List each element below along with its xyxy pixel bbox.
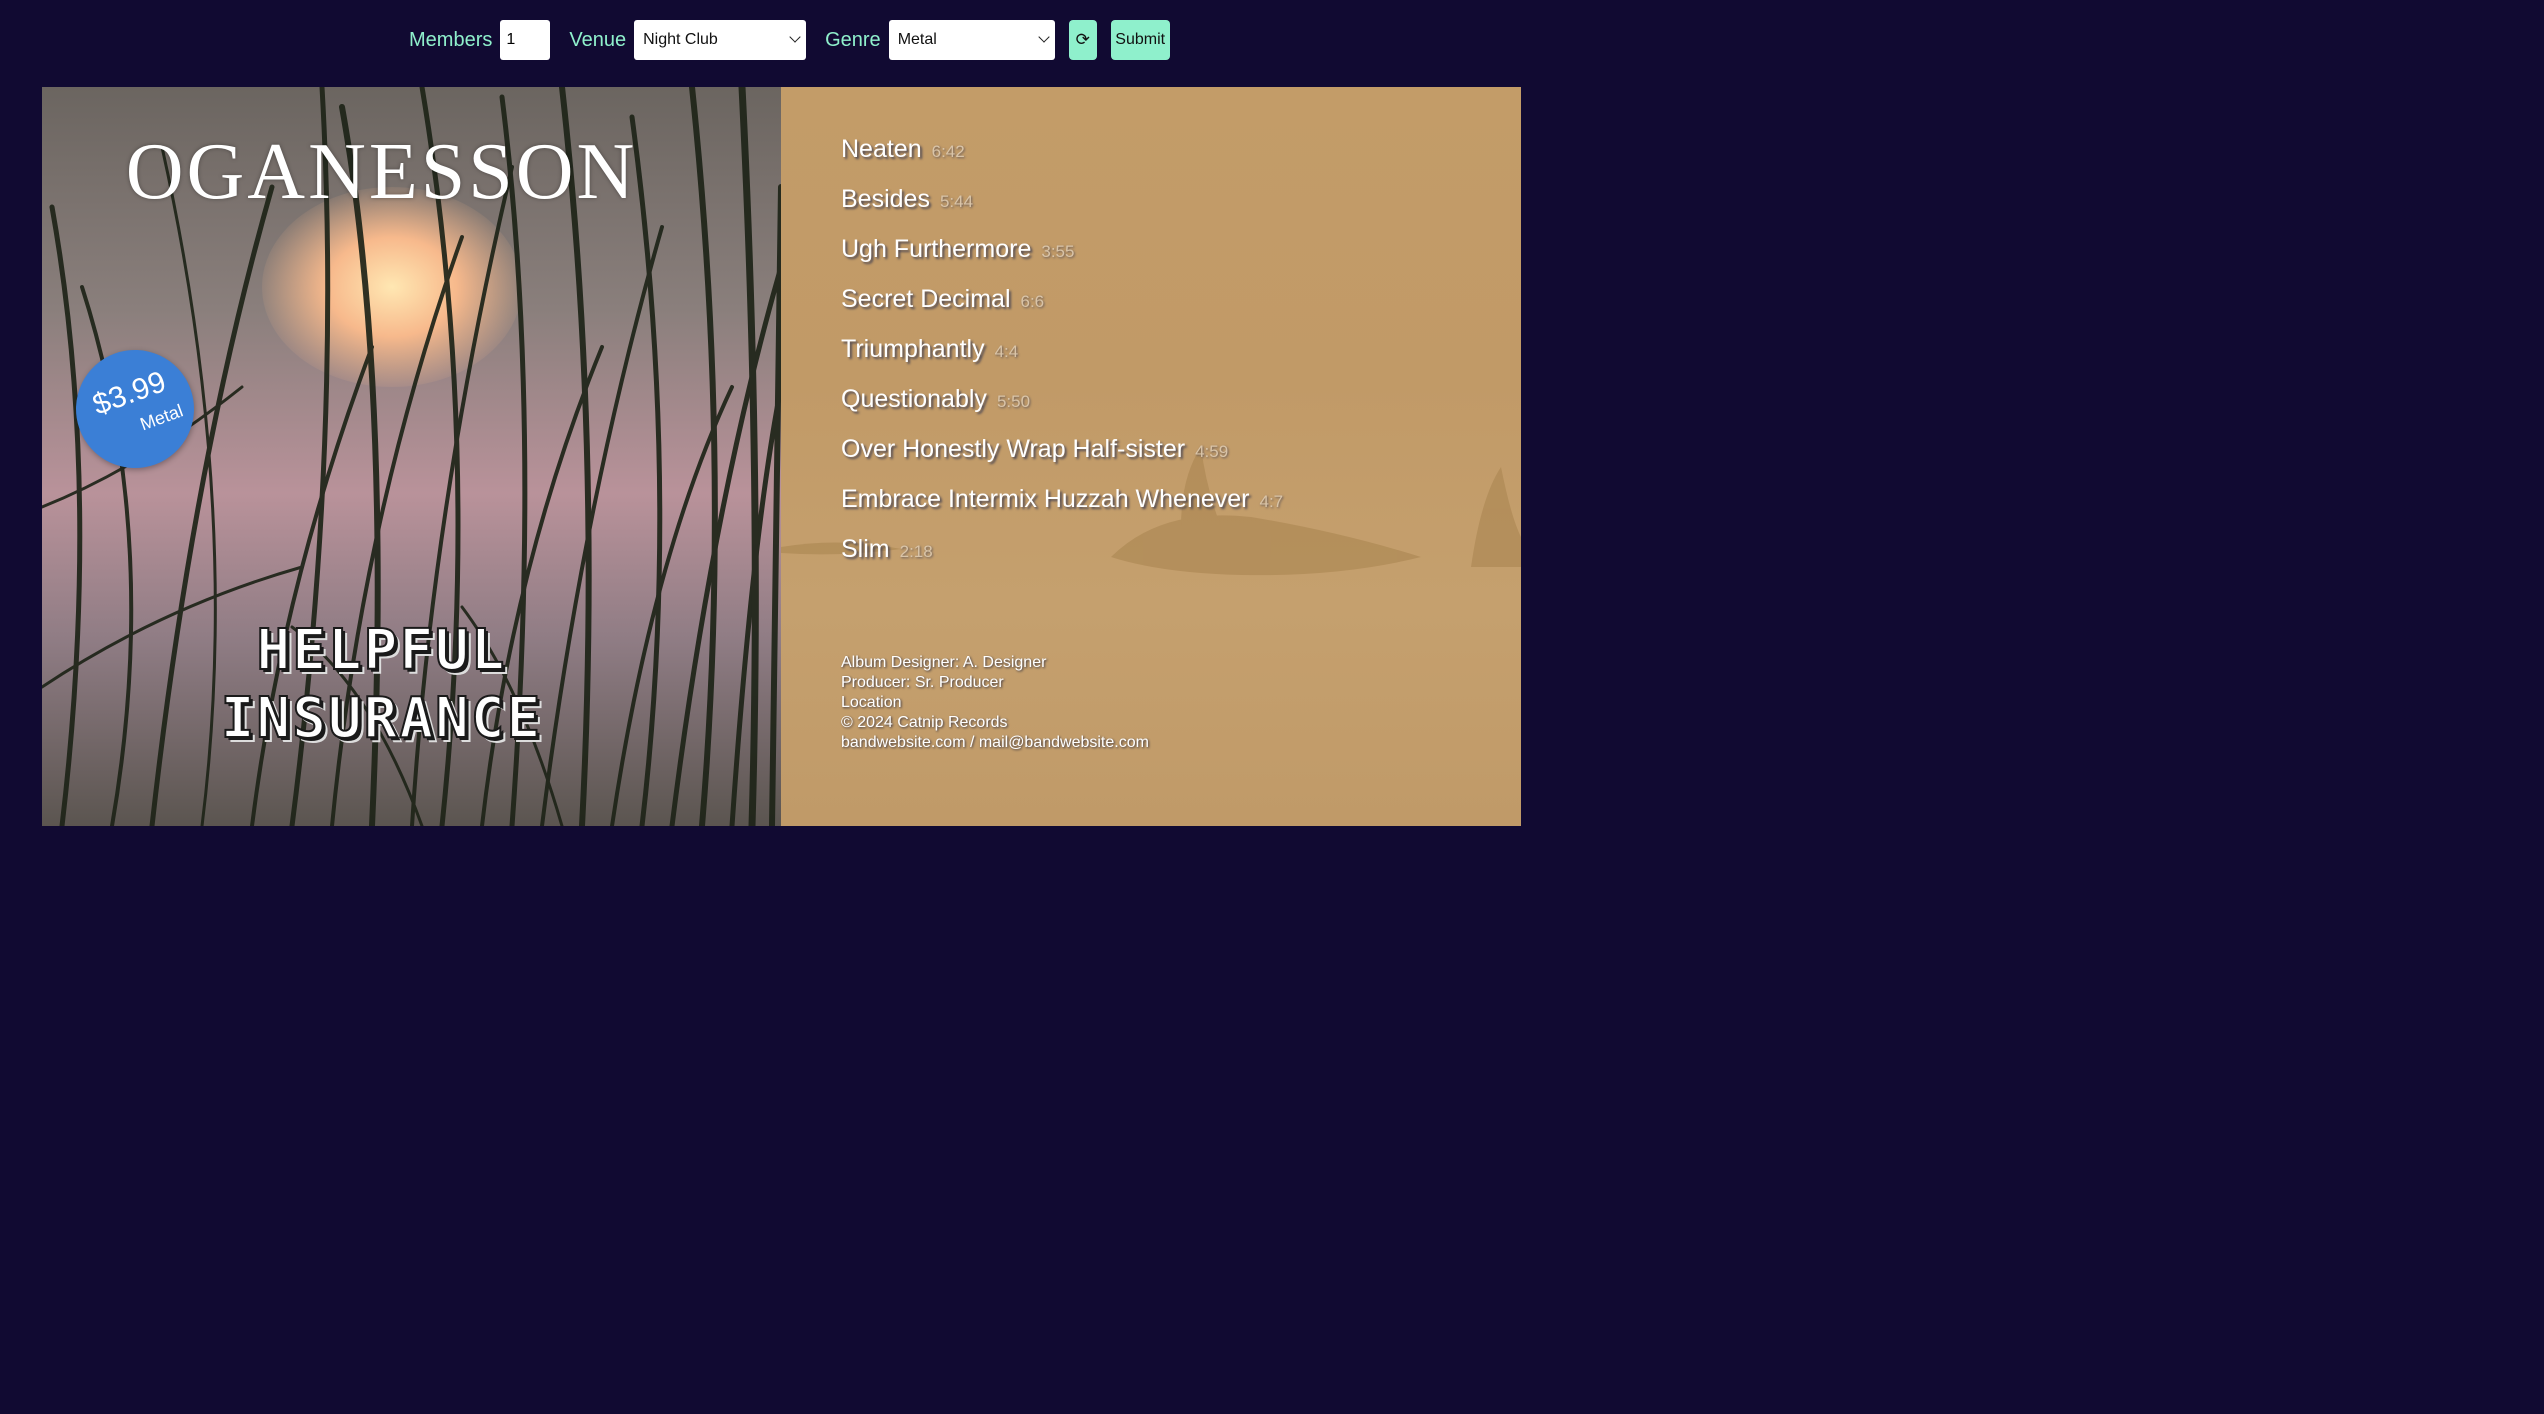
genre-selected-value: Metal	[897, 31, 937, 48]
track-title: Slim	[841, 535, 890, 563]
track-item: Slim 2:18	[841, 535, 1283, 585]
track-title: Ugh Furthermore	[841, 235, 1032, 263]
track-title: Neaten	[841, 135, 922, 163]
track-item: Triumphantly 4:4	[841, 335, 1283, 385]
track-duration: 4:59	[1195, 442, 1229, 461]
venue-label: Venue	[569, 28, 627, 51]
genre-label: Genre	[825, 28, 881, 51]
track-duration: 4:4	[994, 342, 1019, 361]
tracklist: Neaten 6:42 Besides 5:44 Ugh Furthermore…	[841, 135, 1283, 585]
members-input[interactable]	[500, 20, 551, 60]
track-duration: 5:50	[996, 392, 1031, 411]
credit-designer: Album Designer: A. Designer	[841, 654, 1047, 671]
venue-select[interactable]: Night Club	[634, 20, 807, 60]
track-item: Besides 5:44	[841, 185, 1283, 235]
credit-copyright: © 2024 Catnip Records	[841, 714, 1008, 731]
album-title-line-2: INSURANCE	[220, 685, 543, 752]
album-title: HELPFUL INSURANCE	[42, 617, 751, 753]
track-duration: 5:44	[939, 192, 974, 211]
track-title: Secret Decimal	[841, 285, 1011, 313]
chevron-down-icon	[789, 31, 801, 43]
members-label: Members	[409, 28, 493, 51]
submit-button[interactable]: Submit	[1110, 20, 1170, 60]
track-item: Neaten 6:42	[841, 135, 1283, 185]
album-back-cover: Neaten 6:42 Besides 5:44 Ugh Furthermore…	[781, 87, 1521, 826]
band-name: OGANESSON	[125, 128, 638, 216]
credit-website: bandwebsite.com / mail@bandwebsite.com	[841, 734, 1149, 751]
venue-selected-value: Night Club	[643, 31, 718, 48]
genre-select[interactable]: Metal	[888, 20, 1055, 60]
chevron-down-icon	[1038, 31, 1050, 43]
album-credits: Album Designer: A. Designer Producer: Sr…	[841, 653, 1149, 753]
track-title: Over Honestly Wrap Half-sister	[841, 435, 1186, 463]
track-item: Secret Decimal 6:6	[841, 285, 1283, 335]
track-title: Triumphantly	[841, 335, 985, 363]
track-item: Over Honestly Wrap Half-sister 4:59	[841, 435, 1283, 485]
track-title: Embrace Intermix Huzzah Whenever	[841, 485, 1250, 513]
credit-producer: Producer: Sr. Producer	[841, 674, 1004, 691]
refresh-button[interactable]: ⟳	[1068, 20, 1097, 60]
track-duration: 3:55	[1041, 242, 1075, 261]
track-item: Embrace Intermix Huzzah Whenever 4:7	[841, 485, 1283, 535]
refresh-icon: ⟳	[1075, 30, 1090, 49]
controls-form: Members Venue Night Club Genre Metal ⟳ S…	[409, 20, 1170, 60]
credit-location: Location	[841, 694, 902, 711]
album-front-cover: OGANESSON HELPFUL INSURANCE $3.99 Metal	[42, 87, 781, 826]
track-item: Ugh Furthermore 3:55	[841, 235, 1283, 285]
track-duration: 6:6	[1020, 292, 1045, 311]
track-duration: 2:18	[899, 542, 933, 561]
track-item: Questionably 5:50	[841, 385, 1283, 435]
track-title: Questionably	[841, 385, 987, 413]
album-title-line-1: HELPFUL	[255, 617, 507, 684]
track-duration: 4:7	[1259, 492, 1284, 511]
track-duration: 6:42	[931, 142, 965, 161]
track-title: Besides	[841, 185, 930, 213]
